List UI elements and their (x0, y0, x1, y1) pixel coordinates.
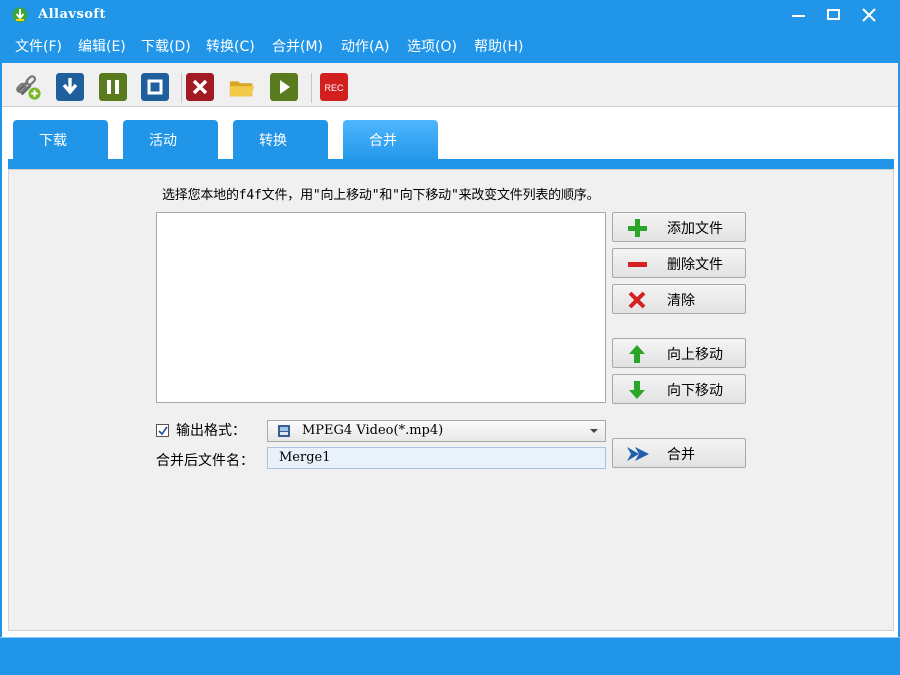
stop-icon[interactable] (141, 73, 169, 101)
merge-button[interactable]: 合并 (612, 438, 746, 468)
play-icon[interactable] (270, 73, 298, 101)
add-file-label: 添加文件 (667, 221, 723, 237)
output-format-value: MPEG4 Video(*.mp4) (302, 423, 444, 438)
tab-merge[interactable]: 合并 (343, 120, 438, 162)
tab-activity[interactable]: 活动 (123, 120, 218, 162)
move-up-label: 向上移动 (667, 347, 723, 363)
pause-icon[interactable] (99, 73, 127, 101)
output-format-label: 输出格式： (176, 423, 246, 439)
close-button[interactable] (852, 3, 886, 27)
merge-panel: 选择您本地的f4f文件，用"向上移动"和"向下移动"来改变文件列表的顺序。 添加… (8, 169, 894, 631)
toolbar-separator (311, 73, 312, 103)
move-down-label: 向下移动 (667, 383, 723, 399)
toolbar: REC (2, 63, 898, 107)
output-format-select[interactable]: MPEG4 Video(*.mp4) (267, 420, 606, 442)
menu-action[interactable]: 动作(A) (341, 36, 390, 56)
app-window: Allavsoft 文件(F) 编辑(E) 下载(D) 转换(C) 合并(M) … (0, 0, 900, 675)
menu-help[interactable]: 帮助(H) (474, 36, 523, 56)
add-link-icon[interactable] (14, 73, 42, 101)
delete-file-button[interactable]: 删除文件 (612, 248, 746, 278)
tab-download[interactable]: 下载 (13, 120, 108, 162)
title-bar: Allavsoft (0, 0, 900, 31)
filename-input[interactable]: Merge1 (267, 447, 606, 469)
clear-label: 清除 (667, 293, 695, 309)
maximize-button[interactable] (817, 3, 851, 27)
close-icon (862, 8, 876, 22)
main-content: 下载 活动 转换 合并 选择您本地的f4f文件，用"向上移动"和"向下移动"来改… (2, 107, 898, 637)
tab-strip (8, 159, 894, 169)
minimize-button[interactable] (782, 3, 816, 27)
plus-icon (628, 219, 647, 237)
download-icon[interactable] (56, 73, 84, 101)
clear-x-icon (628, 291, 646, 309)
check-icon (158, 426, 168, 436)
window-title: Allavsoft (38, 7, 107, 22)
merge-arrow-icon (627, 447, 649, 461)
maximize-icon (827, 9, 840, 20)
delete-file-label: 删除文件 (667, 257, 723, 273)
toolbar-separator (181, 73, 182, 103)
merge-label: 合并 (667, 447, 695, 463)
tab-convert[interactable]: 转换 (233, 120, 328, 162)
clear-button[interactable]: 清除 (612, 284, 746, 314)
output-format-checkbox[interactable] (156, 424, 169, 437)
video-file-icon (278, 425, 290, 437)
menu-edit[interactable]: 编辑(E) (78, 36, 126, 56)
status-bar (0, 637, 900, 675)
menu-options[interactable]: 选项(O) (407, 36, 457, 56)
filename-label: 合并后文件名： (156, 453, 254, 469)
move-up-button[interactable]: 向上移动 (612, 338, 746, 368)
add-file-button[interactable]: 添加文件 (612, 212, 746, 242)
cancel-icon[interactable] (186, 73, 214, 101)
chevron-down-icon (590, 429, 598, 433)
folder-icon[interactable] (228, 73, 256, 101)
menu-bar: 文件(F) 编辑(E) 下载(D) 转换(C) 合并(M) 动作(A) 选项(O… (0, 31, 900, 61)
record-label: REC (324, 83, 344, 93)
menu-merge[interactable]: 合并(M) (272, 36, 323, 56)
app-logo-icon (12, 7, 28, 23)
menu-file[interactable]: 文件(F) (15, 36, 62, 56)
minus-icon (628, 262, 647, 267)
arrow-down-icon (629, 381, 645, 399)
instruction-text: 选择您本地的f4f文件，用"向上移动"和"向下移动"来改变文件列表的顺序。 (162, 188, 600, 203)
menu-download[interactable]: 下载(D) (141, 36, 191, 56)
minimize-icon (792, 15, 805, 17)
menu-convert[interactable]: 转换(C) (206, 36, 255, 56)
record-icon[interactable]: REC (320, 73, 348, 101)
file-list[interactable] (156, 212, 606, 403)
move-down-button[interactable]: 向下移动 (612, 374, 746, 404)
arrow-up-icon (629, 345, 645, 363)
